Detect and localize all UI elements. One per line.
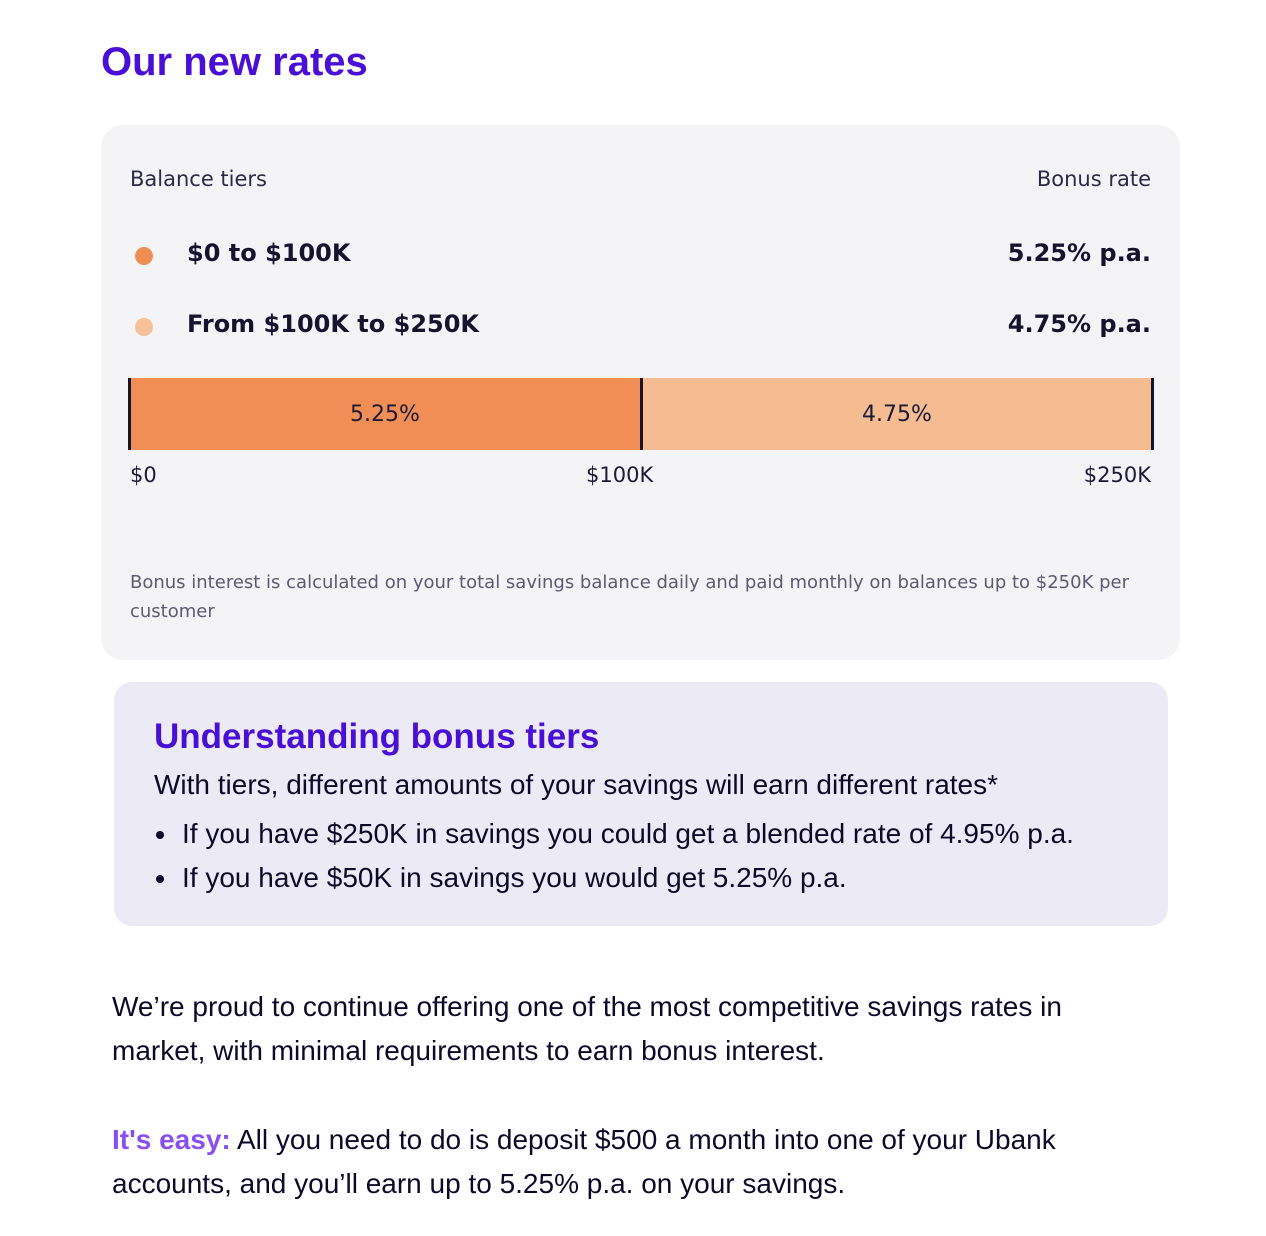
competitive-rates-paragraph: We’re proud to continue offering one of … [112,991,1062,1066]
tier-bar-segment-2-label: 4.75% [862,401,932,427]
bullet-text: If you have $250K in savings you could g… [182,818,1074,849]
tier-2-rate: 4.75% p.a. [1007,310,1151,338]
its-easy-text: All you need to do is deposit $500 a mon… [112,1124,1056,1199]
axis-label-mid: $100K [586,463,654,487]
balance-tiers-header: Balance tiers [130,167,267,191]
tier-bar-segment-2: 4.75% [641,378,1153,450]
rates-card: Balance tiers Bonus rate $0 to $100K 5.2… [101,125,1180,660]
tier-1-color-dot [135,247,153,265]
axis-label-end: $250K [1083,463,1151,487]
tier-bar-mid-marker [639,378,643,450]
tier-2-label: From $100K to $250K [187,310,480,338]
tier-1-rate: 5.25% p.a. [1007,239,1151,267]
bullet-text: If you have $50K in savings you would ge… [182,862,847,893]
list-item: If you have $50K in savings you would ge… [154,856,1074,900]
understanding-title: Understanding bonus tiers [154,717,600,756]
page-title: Our new rates [101,40,368,84]
bullet-dot-icon [156,831,164,839]
bonus-rate-header: Bonus rate [1036,167,1151,191]
tier-bar: 5.25% 4.75% [128,378,1154,450]
understanding-bonus-tiers-box: Understanding bonus tiers With tiers, di… [114,682,1168,926]
tier-bar-end-marker [1151,378,1154,450]
understanding-bullet-list: If you have $250K in savings you could g… [154,812,1074,900]
its-easy-lead: It's easy: [112,1124,231,1155]
bonus-interest-footnote: Bonus interest is calculated on your tot… [130,572,1130,622]
tier-bar-segment-1: 5.25% [129,378,641,450]
tier-bar-start-marker [128,378,131,450]
its-easy-paragraph: It's easy: All you need to do is deposit… [112,1118,1162,1206]
understanding-intro: With tiers, different amounts of your sa… [154,769,999,800]
tier-bar-segment-1-label: 5.25% [350,401,420,427]
tier-1-label: $0 to $100K [187,239,351,267]
bullet-dot-icon [156,875,164,883]
list-item: If you have $250K in savings you could g… [154,812,1074,856]
axis-label-start: $0 [130,463,157,487]
tier-2-color-dot [135,318,153,336]
